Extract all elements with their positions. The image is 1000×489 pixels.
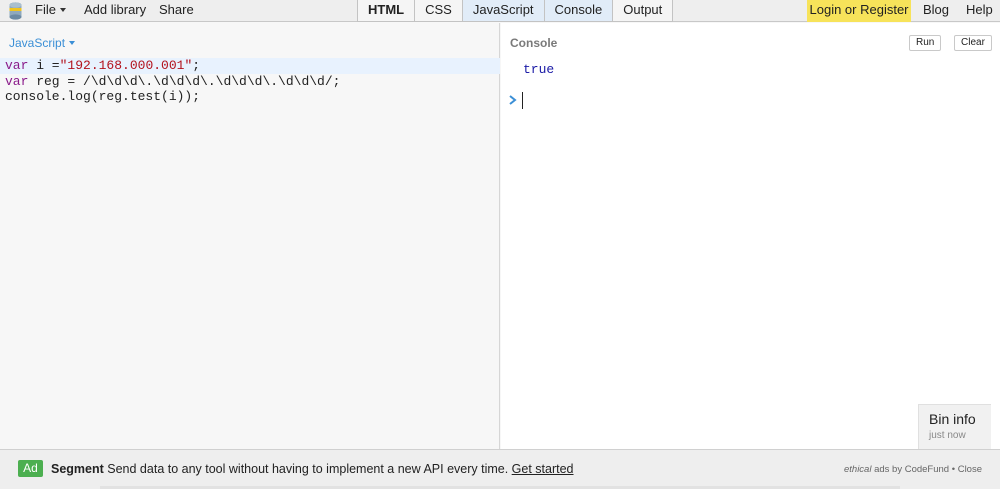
console-panel: Console Run Clear true (501, 23, 1000, 449)
chevron-right-icon (509, 95, 517, 105)
code-string: "192.168.000.001" (59, 58, 193, 73)
code-keyword: var (5, 58, 29, 73)
clear-button[interactable]: Clear (954, 35, 992, 51)
language-label: JavaScript (9, 36, 66, 50)
run-button[interactable]: Run (909, 35, 942, 51)
panel-tabs: HTML CSS JavaScript Console Output (357, 0, 674, 22)
bin-info-title: Bin info (929, 411, 976, 427)
caret-down-icon (69, 40, 76, 45)
javascript-editor-panel: JavaScript var i ="192.168.000.001"; var… (0, 23, 500, 449)
ad-get-started-link[interactable]: Get started (512, 462, 574, 476)
ad-by-label[interactable]: ads by CodeFund (871, 464, 949, 475)
code-line[interactable]: var reg = /\d\d\d\.\d\d\d\.\d\d\d\.\d\d\… (0, 74, 500, 90)
ad-attribution: ethical ads by CodeFund • Close (844, 464, 982, 475)
file-menu[interactable]: File (35, 0, 66, 22)
toolbar: File Add library Share HTML CSS JavaScri… (0, 0, 1000, 22)
console-title: Console (510, 36, 558, 50)
code-keyword: var (5, 73, 29, 89)
language-selector[interactable]: JavaScript (9, 36, 76, 50)
console-output: true (523, 62, 555, 77)
bin-info-time: just now (929, 430, 966, 441)
code-text: i = (28, 58, 60, 73)
ad-ethical-label: ethical (843, 464, 872, 475)
ad-close-link[interactable]: Close (958, 464, 982, 475)
tab-css[interactable]: CSS (415, 0, 463, 22)
tab-html[interactable]: HTML (358, 0, 416, 22)
share-menu[interactable]: Share (159, 0, 194, 22)
help-link[interactable]: Help (966, 0, 993, 22)
ad-badge: Ad (18, 460, 43, 477)
blog-link[interactable]: Blog (923, 0, 949, 22)
code-editor[interactable]: var i ="192.168.000.001"; var reg = /\d\… (0, 58, 500, 105)
tab-console[interactable]: Console (544, 0, 614, 22)
bin-info-panel[interactable]: Bin info just now (918, 404, 991, 449)
tab-output[interactable]: Output (613, 0, 674, 22)
login-register-button[interactable]: Login or Register (807, 0, 911, 22)
ad-message: Send data to any tool without having to … (103, 462, 512, 476)
code-text: reg = /\d\d\d\.\d\d\d\.\d\d\d\.\d\d\d/; (28, 73, 341, 89)
ad-text: Segment Send data to any tool without ha… (51, 462, 574, 476)
ad-bar: Ad Segment Send data to any tool without… (0, 449, 1000, 489)
code-line[interactable]: var i ="192.168.000.001"; (0, 58, 500, 74)
add-library-menu[interactable]: Add library (84, 0, 146, 22)
ad-brand: Segment (51, 462, 104, 476)
caret-down-icon (59, 7, 66, 12)
code-line[interactable]: console.log(reg.test(i)); (0, 89, 500, 105)
code-text: ; (192, 58, 201, 73)
ad-separator: • (949, 464, 958, 475)
console-input-cursor[interactable] (522, 92, 523, 109)
jsbin-logo-icon[interactable] (7, 1, 24, 20)
tab-javascript[interactable]: JavaScript (462, 0, 545, 22)
file-menu-label: File (35, 2, 56, 17)
